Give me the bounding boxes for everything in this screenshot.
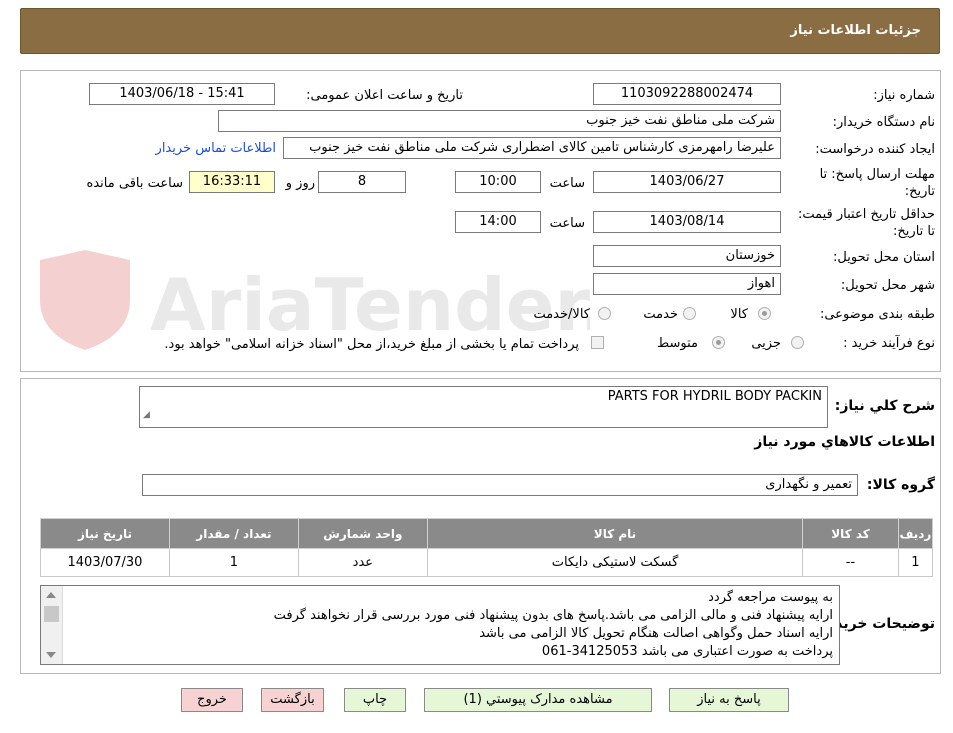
scroll-down-icon[interactable]: [46, 652, 56, 658]
category-service-radio[interactable]: [683, 307, 696, 320]
table-header-row: رديف کد کالا نام کالا واحد شمارش تعداد /…: [40, 518, 934, 549]
validity-time-label: ساعت: [549, 216, 585, 231]
cell-unit: عدد: [297, 548, 428, 577]
col-unit: واحد شمارش: [297, 518, 428, 549]
cell-quantity: 1: [168, 548, 299, 577]
days-remaining-field[interactable]: 8: [318, 171, 406, 193]
buyer-field[interactable]: شرکت ملی مناطق نفت خیز جنوب: [218, 110, 781, 132]
buyer-contact-link[interactable]: اطلاعات تماس خریدار: [156, 141, 276, 156]
province-label: استان محل تحویل:: [833, 250, 935, 265]
notes-scrollbar[interactable]: [41, 586, 63, 664]
category-goods-label: کالا: [730, 307, 748, 322]
page-title: جزئیات اطلاعات نیاز: [790, 23, 921, 38]
buyer-notes-text: به پیوست مراجعه گردد ارایه پیشنهاد فنی و…: [63, 589, 833, 661]
validity-date-field[interactable]: 1403/08/14: [593, 211, 781, 233]
process-minor-radio[interactable]: [791, 336, 804, 349]
remaining-time-label: ساعت باقی مانده: [86, 176, 183, 191]
notes-line: پرداخت به صورت اعتباری می باشد 34125053-…: [541, 644, 833, 659]
goods-group-field[interactable]: تعمیر و نگهداری: [142, 474, 858, 496]
category-service-label: خدمت: [643, 307, 678, 322]
notes-line: ارایه پیشنهاد فنی و مالی الزامی می باشد.…: [273, 608, 833, 623]
announce-date-field[interactable]: 1403/06/18 - 15:41: [89, 83, 275, 105]
validity-label: حداقل تاریخ اعتبار قیمت: تا تاریخ:: [797, 207, 935, 239]
table-row[interactable]: 1 -- گسکت لاستیکی دایکات عدد 1 1403/07/3…: [40, 548, 934, 577]
need-number-field[interactable]: 1103092288002474: [593, 83, 781, 105]
col-item-name: نام کالا: [426, 518, 804, 549]
notes-line: به پیوست مراجعه گردد: [708, 590, 833, 605]
process-medium-label: متوسط: [657, 336, 698, 351]
days-label: روز و: [285, 176, 315, 191]
print-button[interactable]: چاپ: [344, 688, 406, 712]
notes-line: ارایه اسناد حمل وگواهی اصالت هنگام تحویل…: [479, 626, 833, 641]
validity-time-field[interactable]: 14:00: [455, 211, 541, 233]
col-need-date: تاريخ نياز: [40, 518, 170, 549]
city-field[interactable]: اهواز: [593, 273, 781, 295]
buyer-label: نام دستگاه خریدار:: [832, 115, 935, 130]
remaining-time-field[interactable]: 16:33:11: [189, 171, 275, 193]
creator-label: ایجاد کننده درخواست:: [815, 142, 935, 157]
watermark-text: AriaTender.net: [150, 263, 590, 347]
process-medium-radio[interactable]: [712, 336, 725, 349]
province-field[interactable]: خوزستان: [593, 245, 781, 267]
deadline-time-label: ساعت: [549, 176, 585, 191]
need-number-label: شماره نیاز:: [873, 88, 935, 103]
scroll-up-icon[interactable]: [46, 592, 56, 598]
deadline-time-field[interactable]: 10:00: [455, 171, 541, 193]
announce-date-label: تاریخ و ساعت اعلان عمومی:: [306, 88, 463, 103]
city-label: شهر محل تحویل:: [840, 278, 935, 293]
category-goods-service-label: کالا/خدمت: [533, 307, 590, 322]
goods-group-label: گروه کالا:: [866, 477, 935, 493]
treasury-bonds-checkbox[interactable]: [591, 336, 604, 349]
summary-text: PARTS FOR HYDRIL BODY PACKIN: [607, 389, 822, 404]
col-row-number: رديف: [897, 518, 934, 549]
resize-grip-icon[interactable]: ◢: [143, 405, 150, 425]
scroll-thumb[interactable]: [44, 606, 59, 622]
summary-label: شرح کلي نياز:: [834, 398, 935, 414]
creator-field[interactable]: علیرضا رامهرمزی کارشناس تامین کالای اضطر…: [283, 137, 781, 159]
cell-row-number: 1: [897, 548, 934, 577]
category-label: طبقه بندی موضوعی:: [819, 307, 935, 322]
cell-item-code: --: [802, 548, 899, 577]
payment-note: پرداخت تمام یا بخشی از مبلغ خرید،از محل …: [164, 337, 579, 352]
items-table: رديف کد کالا نام کالا واحد شمارش تعداد /…: [40, 518, 934, 577]
back-button[interactable]: بازگشت: [261, 688, 324, 712]
page-header: جزئیات اطلاعات نیاز: [20, 8, 940, 54]
deadline-label: مهلت ارسال پاسخ: تا تاریخ:: [819, 167, 935, 199]
col-item-code: کد کالا: [802, 518, 899, 549]
process-minor-label: جزیی: [751, 336, 781, 351]
items-section-title: اطلاعات کالاهاي مورد نياز: [754, 434, 935, 450]
exit-button[interactable]: خروج: [181, 688, 243, 712]
category-goods-service-radio[interactable]: [598, 307, 611, 320]
buyer-notes-textarea[interactable]: به پیوست مراجعه گردد ارایه پیشنهاد فنی و…: [40, 585, 840, 665]
process-label: نوع فرآیند خرید :: [843, 336, 935, 351]
col-quantity: تعداد / مقدار: [168, 518, 299, 549]
reply-button[interactable]: پاسخ به نیاز: [669, 688, 789, 712]
summary-field[interactable]: PARTS FOR HYDRIL BODY PACKIN ◢: [139, 386, 828, 428]
view-attachments-button[interactable]: مشاهده مدارک پیوستي (1): [424, 688, 652, 712]
category-goods-radio[interactable]: [758, 307, 771, 320]
cell-item-name: گسکت لاستیکی دایکات: [426, 548, 804, 577]
cell-need-date: 1403/07/30: [40, 548, 170, 577]
deadline-date-field[interactable]: 1403/06/27: [593, 171, 781, 193]
